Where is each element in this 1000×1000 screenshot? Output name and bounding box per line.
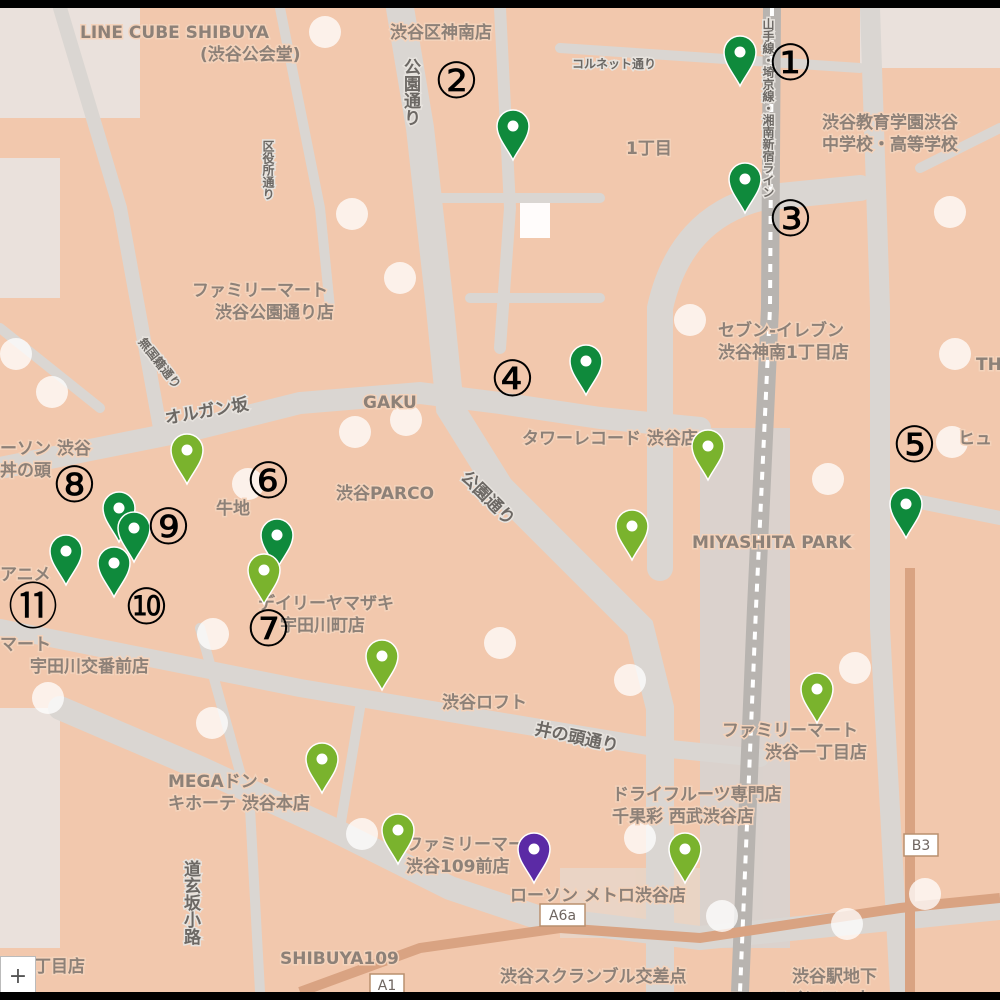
- poi-icon-6: [614, 664, 646, 696]
- familymart-1: ファミリーマート: [722, 721, 858, 741]
- udagawa-koban: 宇田川交番前店: [30, 656, 149, 677]
- poi-icon-5: [484, 627, 516, 659]
- scramble: 渋谷スクランブル交差点: [500, 966, 687, 987]
- poi-icon-14: [839, 652, 871, 684]
- seven-eleven-2: 渋谷神南1丁目店: [718, 342, 849, 363]
- miyashita: MIYASHITA PARK: [692, 533, 852, 553]
- school-2: 中学校・高等学校: [822, 134, 959, 155]
- map-canvas[interactable]: 公園通り 公園通り オルガン坂 井の頭通り 区役所通り 無国籍通り コルネット通り 道玄坂小路…: [0, 8, 1000, 992]
- familymart-109-2: 渋谷109前店: [406, 856, 510, 877]
- poi-icon-18: [197, 618, 229, 650]
- poi-icon-4: [674, 304, 706, 336]
- locker: 渋谷駅地下: [792, 966, 877, 987]
- badge-b3: B3: [903, 833, 939, 857]
- loft: 渋谷ロフト: [442, 692, 527, 713]
- poi-icon-16: [831, 908, 863, 940]
- cornet: コルネット通り: [572, 56, 656, 71]
- poi-icon-22: [309, 16, 341, 48]
- poi-icon-11: [934, 196, 966, 228]
- num-4: ④: [490, 350, 535, 408]
- svg-text:A1: A1: [378, 978, 396, 992]
- th-right: TH: [976, 355, 1000, 375]
- poi-icon-10: [706, 900, 738, 932]
- mart-left: マート: [0, 635, 51, 655]
- svg-text:B3: B3: [912, 838, 931, 854]
- school: 渋谷教育学園渋谷: [822, 112, 959, 133]
- num-8: ⑧: [52, 456, 97, 514]
- parco: 渋谷PARCO: [336, 483, 434, 504]
- num-3: ③: [768, 190, 813, 248]
- seven-eleven: セブン-イレブン: [718, 320, 844, 341]
- lawson-metro: ローソン メトロ渋谷店: [510, 885, 686, 906]
- poi-icon-2: [339, 416, 371, 448]
- kuyakusho: 区役所通り: [261, 140, 275, 200]
- shibuya109: SHIBUYA109: [280, 949, 399, 969]
- mega-donki-2: キホーテ 渋谷本店: [168, 793, 310, 814]
- poi-icon-7: [196, 707, 228, 739]
- left-cut: 丼の頭: [0, 460, 52, 481]
- familymart-1-2: 渋谷一丁目店: [765, 742, 867, 763]
- chome1: 1丁目: [626, 139, 672, 159]
- num-5: ⑤: [892, 416, 937, 474]
- familymart-koen-2: 渋谷公園通り店: [215, 302, 334, 323]
- poi-icon-9: [346, 818, 378, 850]
- badge-a6a: A6a: [539, 903, 586, 927]
- num-7: ⑦: [246, 600, 291, 658]
- gaku: GAKU: [363, 393, 417, 413]
- dried-fruit: ドライフルーツ専門店: [612, 784, 782, 805]
- familymart-koen: ファミリーマート: [192, 281, 328, 301]
- badge-a1: A1: [369, 973, 405, 992]
- koen-dori-top: 公園通り: [400, 58, 421, 126]
- svg-text:A6a: A6a: [549, 908, 576, 924]
- num-6: ⑥: [246, 452, 291, 510]
- dried-fruit-2: 千果彩 西武渋谷店: [612, 806, 754, 827]
- num-11: ⑪: [8, 578, 58, 636]
- hygiene-right: ヒュ: [958, 429, 992, 449]
- tower-records: タワーレコード 渋谷店: [522, 428, 698, 449]
- locker-2: コインロッカー: [770, 989, 889, 992]
- top-cut-label: LINE CUBE SHIBUYA: [80, 23, 270, 43]
- poi-icon-21: [32, 682, 64, 714]
- poi-icon-15: [812, 463, 844, 495]
- poi-icon-12: [939, 338, 971, 370]
- num-10: ⑩: [124, 578, 169, 636]
- shrine-label: 渋谷区神南店: [390, 22, 492, 43]
- num-2: ②: [434, 52, 479, 110]
- mega-donki: MEGAドン・: [168, 772, 275, 792]
- daily-yamazaki-2: 宇田川町店: [280, 615, 365, 636]
- poi-icon-1: [336, 198, 368, 230]
- num-1: ①: [768, 34, 813, 92]
- dogenzaka-koji: 道玄坂小路: [180, 859, 201, 946]
- top-cut-label-2: (渋谷公会堂): [200, 44, 301, 65]
- poi-icon-17: [909, 878, 941, 910]
- poi-icon-19: [36, 376, 68, 408]
- num-9: ⑨: [146, 498, 191, 556]
- udagawa-chika: 牛地: [216, 498, 250, 519]
- poi-icon-20: [0, 338, 32, 370]
- zoom-in-button[interactable]: +: [0, 956, 36, 992]
- poi-icon-0: [384, 262, 416, 294]
